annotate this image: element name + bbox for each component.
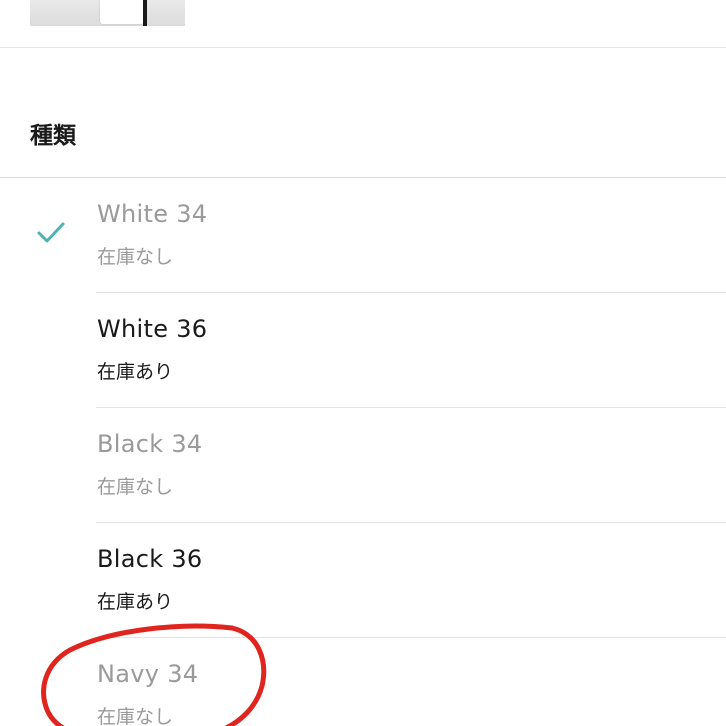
checkmark-icon [37,222,65,243]
stock-status: 在庫あり [97,591,174,613]
variant-row-black-34[interactable]: Black 34 在庫なし [0,408,726,523]
variant-list: White 34 在庫なし White 36 在庫あり Black 34 在庫な… [0,178,726,726]
variant-row-white-34[interactable]: White 34 在庫なし [0,178,726,293]
variant-name: Black 34 [97,430,203,458]
product-strap-image [143,0,147,26]
variant-selection-screen: 種類 White 34 在庫なし White 36 在庫あり Black 34 … [0,0,726,726]
variant-row-white-36[interactable]: White 36 在庫あり [0,293,726,408]
stock-status: 在庫なし [97,706,174,726]
product-garment-image [100,0,144,24]
stock-status: 在庫あり [97,361,174,383]
variant-name: Navy 34 [97,660,199,688]
divider [0,47,726,48]
section-title: 種類 [30,123,76,149]
stock-status: 在庫なし [97,476,174,498]
variant-row-black-36[interactable]: Black 36 在庫あり [0,523,726,638]
stock-status: 在庫なし [97,246,174,268]
variant-name: White 36 [97,315,208,343]
product-thumbnail [30,0,185,26]
variant-name: Black 36 [97,545,203,573]
variant-name: White 34 [97,200,208,228]
variant-row-navy-34[interactable]: Navy 34 在庫なし [0,638,726,726]
